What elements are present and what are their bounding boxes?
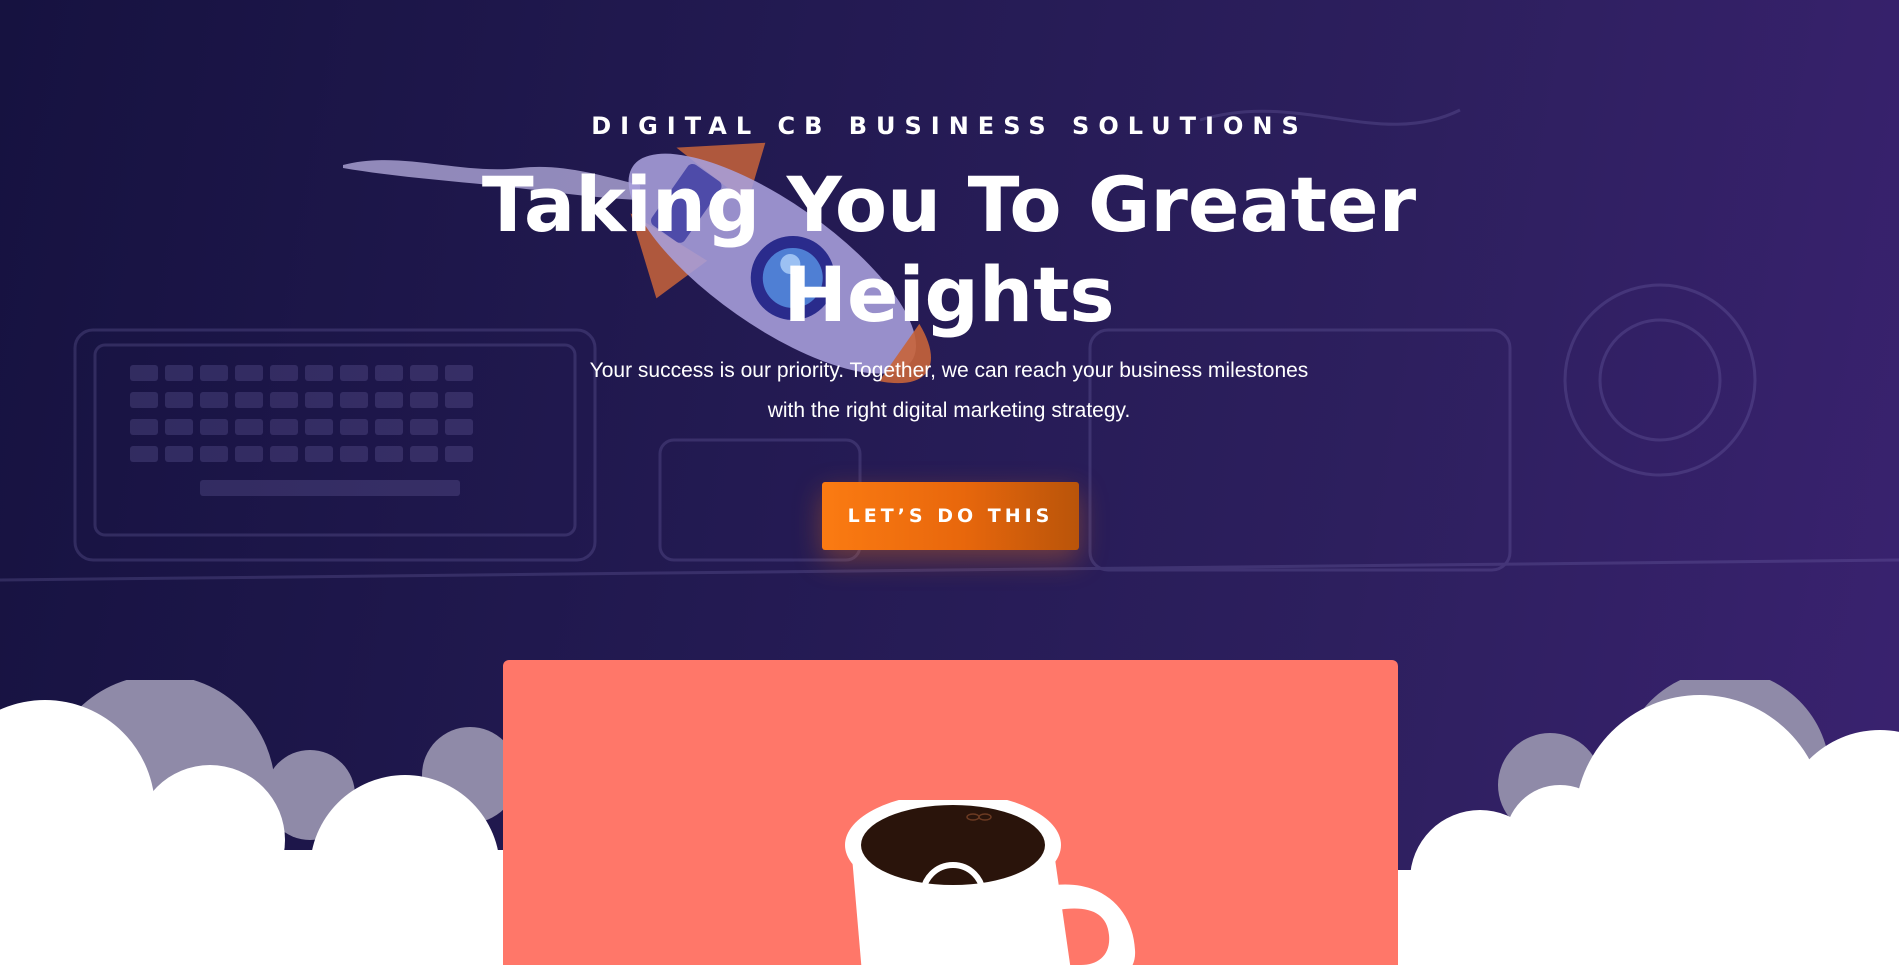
eyebrow-tagline: DIGITAL CB BUSINESS SOLUTIONS <box>591 112 1308 140</box>
hero-subtitle-line-2: with the right digital marketing strateg… <box>767 399 1131 422</box>
feature-card <box>503 660 1398 965</box>
hero-subtitle: Your success is our priority. Together, … <box>549 351 1349 431</box>
hero-section: DIGITAL CB BUSINESS SOLUTIONS Taking You… <box>0 0 1899 965</box>
hero-subtitle-line-1: Your success is our priority. Together, … <box>589 359 1309 382</box>
lets-do-this-button[interactable]: LET’S DO THIS <box>822 482 1079 550</box>
page-title: Taking You To Greater Heights <box>481 160 1417 339</box>
coffee-mug-illustration <box>845 800 1136 965</box>
